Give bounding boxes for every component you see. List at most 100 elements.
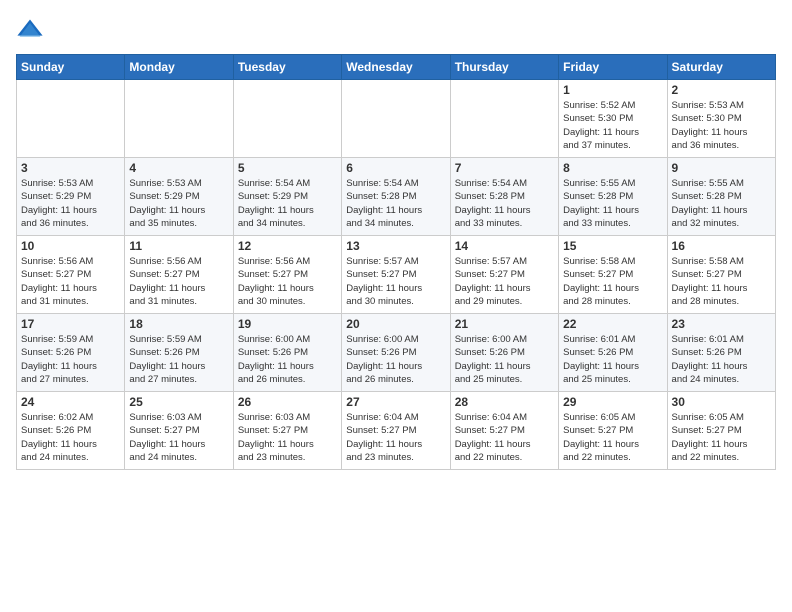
day-info: Sunrise: 5:55 AM Sunset: 5:28 PM Dayligh… — [672, 177, 771, 230]
day-info: Sunrise: 6:05 AM Sunset: 5:27 PM Dayligh… — [672, 411, 771, 464]
calendar-cell: 19 Sunrise: 6:00 AM Sunset: 5:26 PM Dayli… — [233, 314, 341, 392]
day-info: Sunrise: 6:04 AM Sunset: 5:27 PM Dayligh… — [346, 411, 445, 464]
day-number: 14 — [455, 239, 554, 253]
weekday-header-thursday: Thursday — [450, 55, 558, 80]
day-info: Sunrise: 5:53 AM Sunset: 5:30 PM Dayligh… — [672, 99, 771, 152]
page: SundayMondayTuesdayWednesdayThursdayFrid… — [0, 0, 792, 480]
calendar-body: 1Sunrise: 5:52 AM Sunset: 5:30 PM Daylig… — [17, 80, 776, 470]
calendar-cell: 17 Sunrise: 5:59 AM Sunset: 5:26 PM Dayli… — [17, 314, 125, 392]
calendar-week-3: 10 Sunrise: 5:56 AM Sunset: 5:27 PM Dayli… — [17, 236, 776, 314]
day-info: Sunrise: 6:00 AM Sunset: 5:26 PM Dayligh… — [346, 333, 445, 386]
calendar-cell: 22 Sunrise: 6:01 AM Sunset: 5:26 PM Dayli… — [559, 314, 667, 392]
calendar-cell: 10 Sunrise: 5:56 AM Sunset: 5:27 PM Dayli… — [17, 236, 125, 314]
logo-icon — [16, 16, 44, 44]
day-number: 17 — [21, 317, 120, 331]
day-number: 25 — [129, 395, 228, 409]
calendar-week-1: 1Sunrise: 5:52 AM Sunset: 5:30 PM Daylig… — [17, 80, 776, 158]
calendar-cell: 26 Sunrise: 6:03 AM Sunset: 5:27 PM Dayli… — [233, 392, 341, 470]
calendar-cell: 3 Sunrise: 5:53 AM Sunset: 5:29 PM Daylig… — [17, 158, 125, 236]
calendar-cell: 25 Sunrise: 6:03 AM Sunset: 5:27 PM Dayli… — [125, 392, 233, 470]
weekday-header-row: SundayMondayTuesdayWednesdayThursdayFrid… — [17, 55, 776, 80]
weekday-header-saturday: Saturday — [667, 55, 775, 80]
calendar-cell: 18 Sunrise: 5:59 AM Sunset: 5:26 PM Dayli… — [125, 314, 233, 392]
day-number: 3 — [21, 161, 120, 175]
calendar-cell — [342, 80, 450, 158]
calendar-cell: 16Sunrise: 5:58 AM Sunset: 5:27 PM Dayli… — [667, 236, 775, 314]
header — [16, 16, 776, 44]
calendar-cell: 27 Sunrise: 6:04 AM Sunset: 5:27 PM Dayli… — [342, 392, 450, 470]
day-number: 26 — [238, 395, 337, 409]
calendar-week-4: 17 Sunrise: 5:59 AM Sunset: 5:26 PM Dayli… — [17, 314, 776, 392]
day-info: Sunrise: 5:57 AM Sunset: 5:27 PM Dayligh… — [346, 255, 445, 308]
calendar-cell: 23 Sunrise: 6:01 AM Sunset: 5:26 PM Dayli… — [667, 314, 775, 392]
day-info: Sunrise: 6:05 AM Sunset: 5:27 PM Dayligh… — [563, 411, 662, 464]
day-number: 10 — [21, 239, 120, 253]
day-number: 1 — [563, 83, 662, 97]
weekday-header-tuesday: Tuesday — [233, 55, 341, 80]
calendar-cell: 29 Sunrise: 6:05 AM Sunset: 5:27 PM Dayli… — [559, 392, 667, 470]
day-info: Sunrise: 5:57 AM Sunset: 5:27 PM Dayligh… — [455, 255, 554, 308]
day-number: 22 — [563, 317, 662, 331]
calendar-cell: 8 Sunrise: 5:55 AM Sunset: 5:28 PM Daylig… — [559, 158, 667, 236]
day-number: 2 — [672, 83, 771, 97]
day-info: Sunrise: 5:54 AM Sunset: 5:29 PM Dayligh… — [238, 177, 337, 230]
day-info: Sunrise: 6:00 AM Sunset: 5:26 PM Dayligh… — [455, 333, 554, 386]
day-info: Sunrise: 5:53 AM Sunset: 5:29 PM Dayligh… — [21, 177, 120, 230]
day-info: Sunrise: 5:58 AM Sunset: 5:27 PM Dayligh… — [563, 255, 662, 308]
calendar-week-2: 3 Sunrise: 5:53 AM Sunset: 5:29 PM Daylig… — [17, 158, 776, 236]
day-number: 9 — [672, 161, 771, 175]
calendar-cell: 20Sunrise: 6:00 AM Sunset: 5:26 PM Dayli… — [342, 314, 450, 392]
calendar-cell: 2 Sunrise: 5:53 AM Sunset: 5:30 PM Daylig… — [667, 80, 775, 158]
calendar-cell: 15Sunrise: 5:58 AM Sunset: 5:27 PM Dayli… — [559, 236, 667, 314]
calendar-cell: 1Sunrise: 5:52 AM Sunset: 5:30 PM Daylig… — [559, 80, 667, 158]
day-number: 8 — [563, 161, 662, 175]
day-info: Sunrise: 6:03 AM Sunset: 5:27 PM Dayligh… — [129, 411, 228, 464]
weekday-header-sunday: Sunday — [17, 55, 125, 80]
day-number: 28 — [455, 395, 554, 409]
day-number: 29 — [563, 395, 662, 409]
calendar-cell — [233, 80, 341, 158]
day-info: Sunrise: 6:01 AM Sunset: 5:26 PM Dayligh… — [672, 333, 771, 386]
calendar-week-5: 24 Sunrise: 6:02 AM Sunset: 5:26 PM Dayli… — [17, 392, 776, 470]
day-number: 7 — [455, 161, 554, 175]
day-info: Sunrise: 5:59 AM Sunset: 5:26 PM Dayligh… — [21, 333, 120, 386]
day-number: 27 — [346, 395, 445, 409]
day-info: Sunrise: 6:00 AM Sunset: 5:26 PM Dayligh… — [238, 333, 337, 386]
calendar-cell: 28Sunrise: 6:04 AM Sunset: 5:27 PM Dayli… — [450, 392, 558, 470]
calendar-cell — [125, 80, 233, 158]
weekday-header-friday: Friday — [559, 55, 667, 80]
day-number: 13 — [346, 239, 445, 253]
day-number: 21 — [455, 317, 554, 331]
day-info: Sunrise: 5:53 AM Sunset: 5:29 PM Dayligh… — [129, 177, 228, 230]
day-info: Sunrise: 6:01 AM Sunset: 5:26 PM Dayligh… — [563, 333, 662, 386]
day-info: Sunrise: 5:56 AM Sunset: 5:27 PM Dayligh… — [238, 255, 337, 308]
calendar-header: SundayMondayTuesdayWednesdayThursdayFrid… — [17, 55, 776, 80]
day-info: Sunrise: 6:03 AM Sunset: 5:27 PM Dayligh… — [238, 411, 337, 464]
calendar-cell: 7 Sunrise: 5:54 AM Sunset: 5:28 PM Daylig… — [450, 158, 558, 236]
day-number: 4 — [129, 161, 228, 175]
day-number: 19 — [238, 317, 337, 331]
logo — [16, 16, 48, 44]
day-info: Sunrise: 5:56 AM Sunset: 5:27 PM Dayligh… — [129, 255, 228, 308]
day-info: Sunrise: 5:54 AM Sunset: 5:28 PM Dayligh… — [455, 177, 554, 230]
day-info: Sunrise: 5:55 AM Sunset: 5:28 PM Dayligh… — [563, 177, 662, 230]
day-number: 11 — [129, 239, 228, 253]
calendar-cell: 9 Sunrise: 5:55 AM Sunset: 5:28 PM Daylig… — [667, 158, 775, 236]
day-info: Sunrise: 5:56 AM Sunset: 5:27 PM Dayligh… — [21, 255, 120, 308]
day-number: 18 — [129, 317, 228, 331]
day-info: Sunrise: 5:58 AM Sunset: 5:27 PM Dayligh… — [672, 255, 771, 308]
calendar-cell: 13 Sunrise: 5:57 AM Sunset: 5:27 PM Dayli… — [342, 236, 450, 314]
day-number: 12 — [238, 239, 337, 253]
calendar-cell: 6Sunrise: 5:54 AM Sunset: 5:28 PM Daylig… — [342, 158, 450, 236]
calendar-cell: 12 Sunrise: 5:56 AM Sunset: 5:27 PM Dayli… — [233, 236, 341, 314]
day-info: Sunrise: 5:54 AM Sunset: 5:28 PM Dayligh… — [346, 177, 445, 230]
day-info: Sunrise: 5:59 AM Sunset: 5:26 PM Dayligh… — [129, 333, 228, 386]
calendar-cell: 30Sunrise: 6:05 AM Sunset: 5:27 PM Dayli… — [667, 392, 775, 470]
calendar-cell: 24 Sunrise: 6:02 AM Sunset: 5:26 PM Dayli… — [17, 392, 125, 470]
weekday-header-wednesday: Wednesday — [342, 55, 450, 80]
day-number: 23 — [672, 317, 771, 331]
day-number: 24 — [21, 395, 120, 409]
day-info: Sunrise: 6:02 AM Sunset: 5:26 PM Dayligh… — [21, 411, 120, 464]
calendar-cell: 11 Sunrise: 5:56 AM Sunset: 5:27 PM Dayli… — [125, 236, 233, 314]
calendar-cell: 14 Sunrise: 5:57 AM Sunset: 5:27 PM Dayli… — [450, 236, 558, 314]
